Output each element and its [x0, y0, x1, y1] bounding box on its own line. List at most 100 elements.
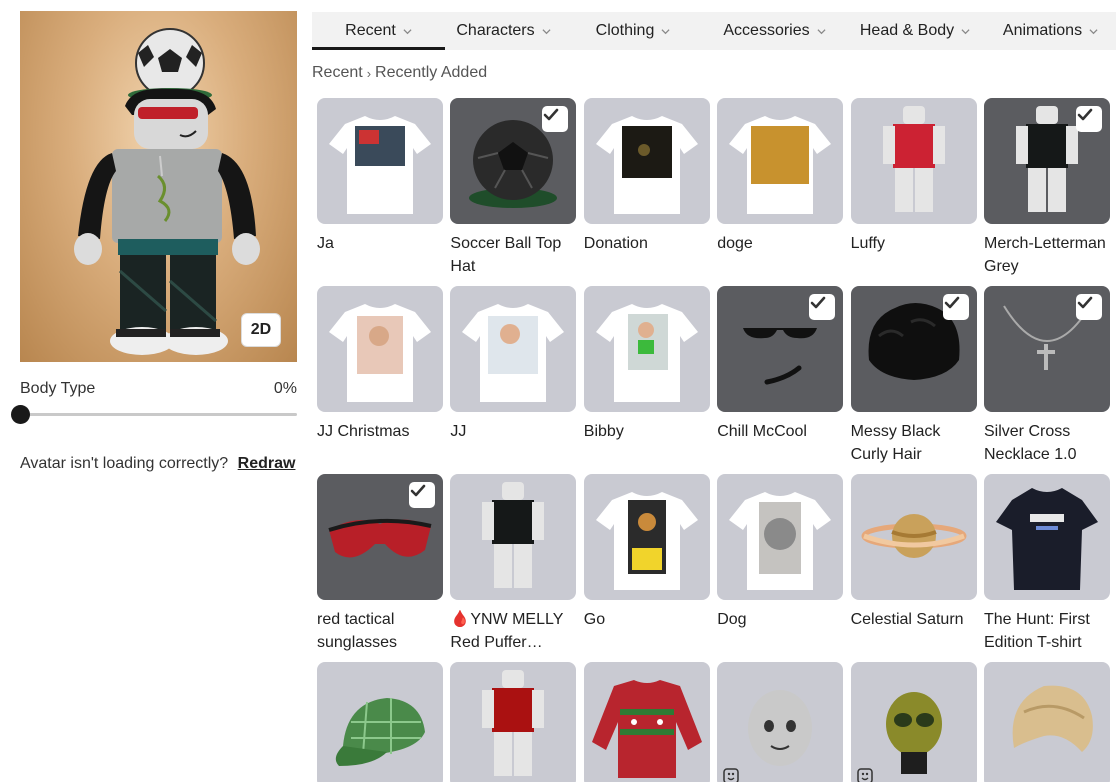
body-type-slider-thumb[interactable] [11, 405, 30, 424]
item-card[interactable]: Merch-Letterman Grey [984, 98, 1110, 278]
item-thumbnail[interactable] [583, 474, 710, 600]
item-thumbnail[interactable] [984, 662, 1110, 782]
item-name: The Hunt: First Edition T-shirt [984, 611, 1090, 651]
checkmark-icon[interactable] [409, 482, 435, 508]
item-card[interactable]: Dog [717, 474, 844, 631]
toggle-2d-button[interactable]: 2D [241, 313, 281, 347]
chevron-down-icon [542, 27, 551, 36]
item-thumbnail[interactable] [583, 98, 710, 224]
item-card[interactable]: doge [717, 98, 844, 255]
tab-accessories[interactable]: Accessories [704, 12, 845, 50]
item-thumbnail[interactable] [984, 286, 1110, 412]
item-card[interactable]: The Hunt: First Edition T-shirt [984, 474, 1110, 654]
chevron-down-icon [817, 27, 826, 36]
category-tabs: Recent Characters Clothing Accessories Head … [312, 12, 1116, 50]
chevron-down-icon [661, 27, 670, 36]
item-thumbnail[interactable] [850, 474, 977, 600]
tab-label: Head & Body [859, 22, 955, 39]
tab-animations[interactable]: Animations [985, 12, 1116, 50]
item-thumbnail[interactable] [850, 662, 977, 782]
item-thumbnail[interactable] [717, 662, 844, 782]
chevron-right-icon: › [366, 65, 372, 81]
item-name: Donation [583, 235, 648, 252]
checkmark-icon[interactable] [1076, 106, 1102, 132]
sweater-icon [591, 680, 702, 778]
outfit-icon [482, 482, 545, 588]
item-card[interactable] [984, 662, 1110, 782]
item-thumbnail[interactable] [984, 474, 1110, 600]
item-card[interactable]: Donation [583, 98, 710, 255]
redraw-link[interactable]: Redraw [238, 455, 296, 472]
checkmark-icon[interactable] [942, 294, 969, 320]
item-card[interactable]: Messy Black Curly Hair [850, 286, 977, 466]
item-name: Go [583, 611, 606, 628]
breadcrumb-root[interactable]: Recent [312, 64, 363, 82]
item-thumbnail[interactable] [317, 474, 443, 600]
shirt-icon [729, 492, 832, 590]
item-card[interactable]: Go [583, 474, 710, 631]
item-thumbnail[interactable] [850, 286, 977, 412]
shirt-icon [595, 492, 698, 590]
dynamic-head-icon [856, 768, 873, 782]
item-card[interactable]: Luffy [850, 98, 977, 255]
cap-icon [335, 698, 425, 766]
saturn-icon [861, 514, 967, 558]
tab-label: Animations [1002, 22, 1083, 39]
item-card[interactable]: Celestial Saturn [850, 474, 977, 631]
item-card[interactable] [850, 662, 977, 782]
item-thumbnail[interactable] [450, 662, 577, 782]
item-thumbnail[interactable] [717, 286, 844, 412]
item-name: Bibby [583, 423, 624, 440]
item-card[interactable]: JJ Christmas [317, 286, 443, 443]
item-card[interactable]: Ja [317, 98, 443, 255]
item-thumbnail[interactable] [450, 286, 577, 412]
item-name: Ja [317, 235, 334, 252]
item-name: JJ Christmas [317, 423, 410, 440]
tab-label: Clothing [595, 22, 655, 39]
item-thumbnail[interactable] [450, 474, 577, 600]
checkmark-icon[interactable] [1076, 294, 1102, 320]
item-card[interactable]: Soccer Ball Top Hat [450, 98, 577, 278]
outfit-icon [482, 670, 545, 776]
item-card[interactable] [450, 662, 577, 782]
outfit-icon [882, 106, 945, 212]
item-card[interactable]: Chill McCool [717, 286, 844, 443]
item-thumbnail[interactable] [850, 98, 977, 224]
item-name: Celestial Saturn [850, 611, 964, 628]
item-thumbnail[interactable] [583, 286, 710, 412]
item-name: Messy Black Curly Hair [850, 423, 941, 463]
item-thumbnail[interactable] [317, 286, 443, 412]
item-card[interactable]: JJ [450, 286, 577, 443]
item-thumbnail[interactable] [984, 98, 1110, 224]
item-thumbnail[interactable] [317, 662, 443, 782]
redraw-row: Avatar isn't loading correctly? Redraw [20, 455, 295, 473]
tab-label: Accessories [723, 22, 810, 39]
item-card[interactable] [583, 662, 710, 782]
tab-recent[interactable]: Recent [312, 12, 445, 50]
tab-head-body[interactable]: Head & Body [845, 12, 985, 50]
tab-characters[interactable]: Characters [445, 12, 562, 50]
item-thumbnail[interactable] [717, 474, 844, 600]
breadcrumb-current: Recently Added [375, 64, 488, 81]
chevron-down-icon [961, 27, 970, 36]
item-card[interactable] [717, 662, 844, 782]
item-name: doge [717, 235, 753, 252]
item-name: Soccer Ball Top Hat [450, 235, 562, 275]
item-card[interactable]: Bibby [583, 286, 710, 443]
item-card[interactable]: red tactical sunglasses [317, 474, 443, 654]
item-thumbnail[interactable] [450, 98, 577, 224]
item-thumbnail[interactable] [583, 662, 710, 782]
item-thumbnail[interactable] [717, 98, 844, 224]
checkmark-icon[interactable] [809, 294, 836, 320]
item-card[interactable] [317, 662, 443, 782]
body-type-slider-track[interactable] [20, 413, 297, 416]
chevron-down-icon [1089, 27, 1098, 36]
checkmark-icon[interactable] [542, 106, 569, 132]
tab-clothing[interactable]: Clothing [562, 12, 704, 50]
item-card[interactable]: Silver Cross Necklace 1.0 [984, 286, 1110, 466]
item-thumbnail[interactable] [317, 98, 443, 224]
blonde-hair-icon [1012, 685, 1093, 752]
item-card[interactable]: 🩸YNW MELLY Red Puffer… [450, 474, 577, 654]
avatar-preview[interactable]: 2D [20, 11, 297, 362]
item-name: Luffy [850, 235, 885, 252]
